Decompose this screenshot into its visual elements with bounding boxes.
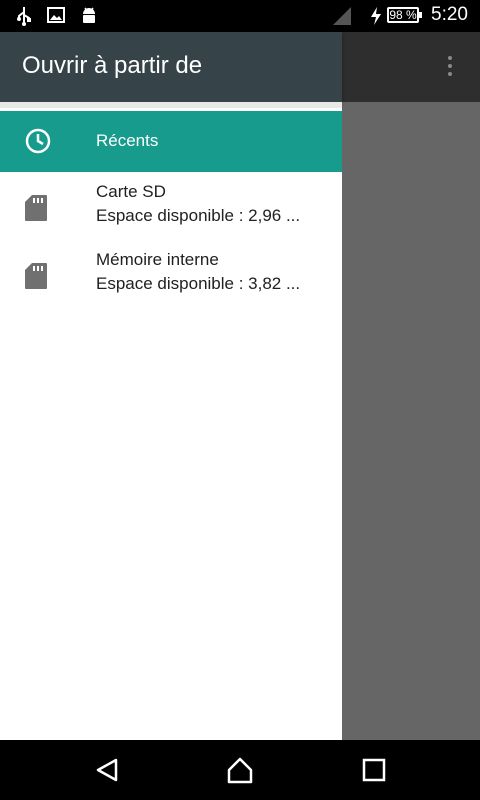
drawer-header: Ouvrir à partir de — [0, 32, 342, 102]
drawer-item-internal-storage[interactable]: Mémoire interne Espace disponible : 3,82… — [0, 244, 342, 308]
back-icon[interactable] — [94, 756, 122, 784]
signal-icon — [333, 7, 351, 25]
recents-icon[interactable] — [360, 756, 388, 784]
overflow-menu-icon[interactable] — [448, 56, 452, 80]
image-icon — [47, 7, 65, 23]
clock-time: 5:20 — [431, 4, 468, 25]
charging-icon — [371, 7, 381, 25]
status-bar: 98 % 5:20 — [0, 0, 480, 32]
battery-indicator: 98 % — [387, 7, 422, 23]
clock-icon — [25, 128, 51, 154]
navigation-drawer: Ouvrir à partir de Récents Carte SD Espa… — [0, 32, 342, 740]
drawer-item-recents[interactable]: Récents — [0, 111, 342, 172]
drawer-title: Ouvrir à partir de — [22, 52, 203, 79]
navigation-bar — [0, 740, 480, 800]
drawer-item-sd-card[interactable]: Carte SD Espace disponible : 2,96 ... — [0, 176, 342, 240]
drawer-item-title: Mémoire interne — [96, 250, 219, 269]
drawer-item-subtitle: Espace disponible : 2,96 ... — [96, 206, 301, 225]
sd-card-icon — [25, 195, 47, 221]
drawer-item-subtitle: Espace disponible : 3,82 ... — [96, 274, 301, 293]
usb-icon — [17, 7, 31, 26]
android-icon — [83, 7, 95, 23]
drawer-item-label: Récents — [96, 131, 159, 150]
drawer-item-title: Carte SD — [96, 182, 166, 201]
app-toolbar-dimmed — [342, 32, 480, 102]
header-divider — [0, 102, 342, 108]
home-icon[interactable] — [226, 756, 254, 784]
sd-card-icon — [25, 263, 47, 289]
scrim[interactable] — [342, 102, 480, 740]
